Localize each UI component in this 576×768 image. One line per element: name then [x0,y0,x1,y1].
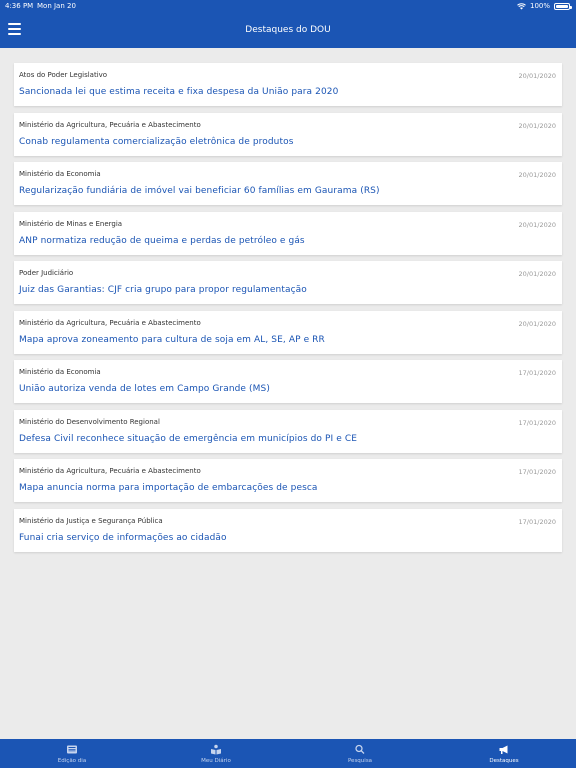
card-headline[interactable]: Conab regulamenta comercialização eletrô… [19,137,293,147]
card-ministry: Ministério da Economia [19,368,101,376]
card-headline[interactable]: Defesa Civil reconhece situação de emerg… [19,434,357,444]
card-headline[interactable]: Mapa anuncia norma para importação de em… [19,483,318,493]
newspaper-icon [67,745,77,754]
search-icon [355,744,365,754]
card-date: 20/01/2020 [518,270,556,278]
card-date: 17/01/2020 [518,369,556,377]
tab-bar: Edição dia Meu Diário Pesquisa Destaques [0,739,576,768]
status-time: 4:36 PM [5,2,34,10]
tab-label: Meu Diário [201,758,231,764]
card-date: 20/01/2020 [518,319,556,328]
tab-pesquisa[interactable]: Pesquisa [288,739,432,768]
card-date: 20/01/2020 [518,72,556,80]
status-date: Mon Jan 20 [37,2,76,10]
card-ministry: Ministério da Economia [19,170,101,178]
battery-icon [554,2,572,10]
card-headline[interactable]: Regularização fundiária de imóvel vai be… [19,186,380,196]
highlight-card[interactable]: Ministério da Agricultura, Pecuária e Ab… [14,112,562,156]
tab-edicao-dia[interactable]: Edição dia [0,739,144,768]
highlight-card[interactable]: Ministério da Agricultura, Pecuária e Ab… [14,310,562,354]
card-date: 17/01/2020 [518,517,556,526]
card-headline[interactable]: Funai cria serviço de informações ao cid… [19,533,227,543]
status-right: 100% [517,0,572,12]
tab-meu-diario[interactable]: Meu Diário [144,739,288,768]
card-headline[interactable]: Mapa aprova zoneamento para cultura de s… [19,335,325,345]
status-bar: 4:36 PM Mon Jan 20 100% [0,0,576,12]
card-ministry: Ministério da Agricultura, Pecuária e Ab… [19,467,201,475]
highlight-card[interactable]: Ministério da Agricultura, Pecuária e Ab… [14,459,562,502]
nav-bar: Destaques do DOU [0,12,576,48]
card-ministry: Poder Judiciário [19,269,74,277]
card-date: 17/01/2020 [518,468,556,476]
highlight-card[interactable]: Ministério da Economia 17/01/2020 União au… [14,360,562,403]
card-ministry: Ministério da Agricultura, Pecuária e Ab… [19,318,201,327]
highlights-list: Atos do Poder Legislativo 20/01/2020 Sanci… [14,63,562,558]
battery-percent: 100% [529,2,550,10]
reader-icon [211,744,221,755]
highlight-card[interactable]: Atos do Poder Legislativo 20/01/2020 Sanci… [14,63,562,106]
tab-label: Destaques [489,758,519,764]
card-headline[interactable]: Juiz das Garantias: CJF cria grupo para … [19,285,307,295]
card-date: 20/01/2020 [518,121,556,130]
card-headline[interactable]: ANP normatiza redução de queima e perdas… [19,236,305,246]
highlight-card[interactable]: Poder Judiciário 20/01/2020 Juiz das Garan… [14,261,562,304]
page-title: Destaques do DOU [245,25,331,35]
card-date: 20/01/2020 [518,220,556,229]
tab-destaques[interactable]: Destaques [432,739,576,768]
wifi-icon [517,2,526,9]
card-ministry: Ministério da Justiça e Segurança Públic… [19,516,163,525]
card-ministry: Ministério de Minas e Energia [19,219,123,228]
card-headline[interactable]: União autoriza venda de lotes em Campo G… [19,384,270,394]
highlight-card[interactable]: Ministério do Desenvolvimento Regional 17… [14,409,562,453]
card-date: 17/01/2020 [518,418,556,427]
card-ministry: Atos do Poder Legislativo [19,71,108,79]
tab-label: Pesquisa [347,758,373,764]
megaphone-icon [499,745,508,754]
highlight-card[interactable]: Ministério da Justiça e Segurança Públic… [14,508,562,552]
card-headline[interactable]: Sancionada lei que estima receita e fixa… [19,87,338,97]
card-date: 20/01/2020 [518,171,556,179]
highlight-card[interactable]: Ministério de Minas e Energia 20/01/2020 A… [14,211,562,255]
card-ministry: Ministério da Agricultura, Pecuária e Ab… [19,120,201,129]
highlight-card[interactable]: Ministério da Economia 20/01/2020 Regulari… [14,162,562,205]
top-bar: 4:36 PM Mon Jan 20 100% Destaques do DOU [0,0,576,48]
card-ministry: Ministério do Desenvolvimento Regional [19,417,160,426]
tab-label: Edição dia [57,758,87,764]
